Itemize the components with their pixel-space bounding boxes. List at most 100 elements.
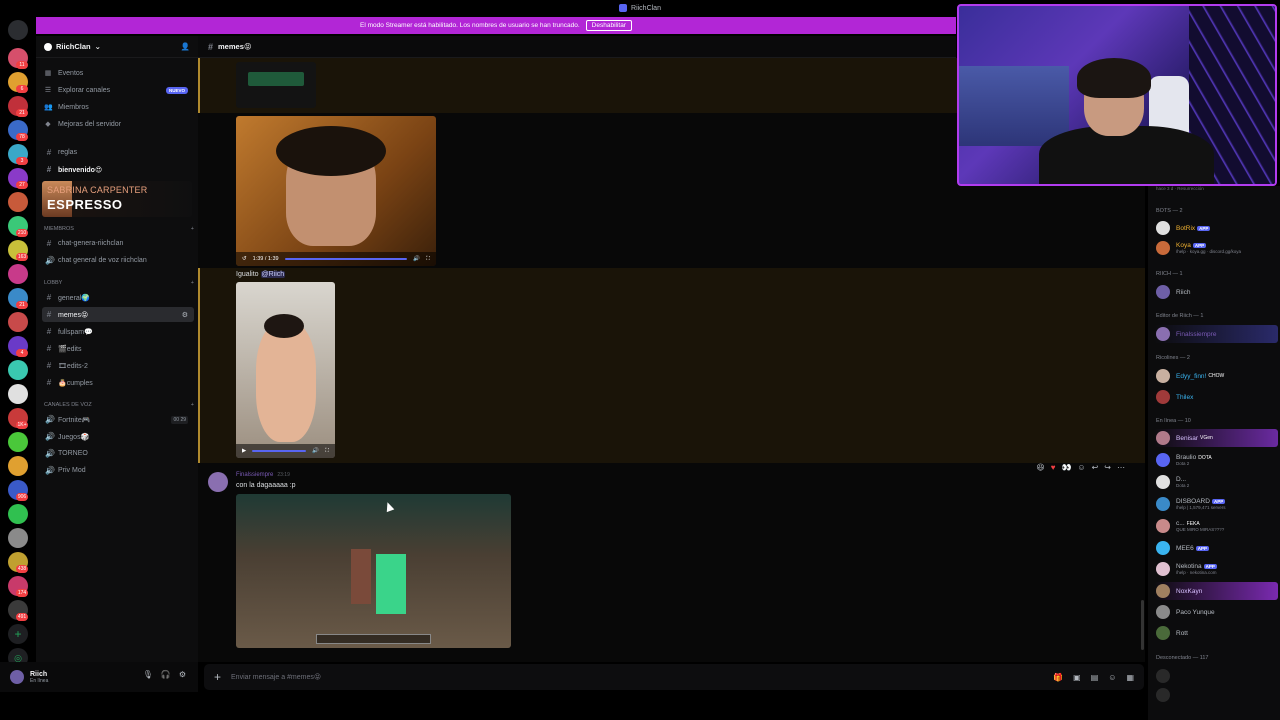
volume-icon[interactable]: 🔊 [413,256,420,262]
settings-gear-icon[interactable]: ⚙ [182,311,188,319]
server-icon[interactable] [8,432,28,452]
category-lobby[interactable]: LOBBY + [44,280,194,286]
channel-chat-genera[interactable]: # chat-genera-riichclan [42,236,194,251]
server-header[interactable]: RiichClan ⌄ 👤 [36,36,198,58]
video-progress[interactable] [284,258,408,260]
channel-general[interactable]: # general🌍 [42,290,194,305]
voice-channel-torneo[interactable]: 🔊 TORNEO [42,446,194,461]
fullscreen-icon[interactable]: ⛶ [426,256,430,263]
replay-icon[interactable]: ↺ [242,256,247,262]
channel-fullspam[interactable]: # fullspam💬 [42,324,194,339]
heart-reaction-icon[interactable]: ♥ [1051,463,1056,472]
server-icon[interactable] [8,192,28,212]
add-channel-icon[interactable]: + [191,402,194,408]
voice-channel-general[interactable]: 🔊 chat general de voz riichclan [42,253,194,268]
member-item[interactable]: Nekotina APP/help · nekotina.com [1154,560,1278,578]
add-reaction-icon[interactable]: ☺ [1077,463,1085,472]
video-embed[interactable]: ↺ 1:39 / 1:39 🔊 ⛶ [236,116,436,266]
emoji-reaction-icon[interactable]: 😆 [1036,463,1044,472]
game-screenshot[interactable] [236,494,511,648]
message-image[interactable] [236,62,316,108]
eyes-reaction-icon[interactable]: 👀 [1061,463,1071,472]
channel-memes[interactable]: # memes😝 ⚙ [42,307,194,322]
forward-icon[interactable]: ↪ [1104,463,1111,472]
gif-icon[interactable]: ▣ [1073,673,1081,682]
server-icon[interactable] [8,504,28,524]
apps-icon[interactable]: ▦ [1126,673,1134,682]
gift-icon[interactable]: 🎁 [1053,673,1063,682]
nav-explore-channels[interactable]: ☰ Explorar canales NUEVO [44,83,194,97]
window-title: RiichClan [631,4,661,12]
member-item[interactable]: D... Dota 2 [1154,473,1278,491]
channel-reglas[interactable]: # reglas [42,145,194,160]
attach-plus-icon[interactable]: + [214,670,221,684]
video-thumbnail-hair [276,126,386,176]
voice-channel-juegos[interactable]: 🔊 Juegos🎲 [42,429,194,444]
member-item[interactable]: MEE6 APP [1154,539,1278,557]
member-item[interactable]: Benisar VGen [1154,429,1278,447]
voice-user-count: 00 29 [171,415,188,424]
category-miembros[interactable]: miembros + [44,226,194,232]
home-button[interactable] [8,20,28,40]
member-item[interactable]: NoxKayn [1154,582,1278,600]
message-author[interactable]: Finalssiempre 23:19 [236,472,290,478]
channel-cumples[interactable]: # 🎂cumples [42,375,194,390]
server-icon[interactable] [8,264,28,284]
promo-banner[interactable]: SABRINA CARPENTER ESPRESSO [42,181,192,217]
member-item[interactable] [1154,667,1278,685]
channel-name: general🌍 [58,294,91,302]
nav-members[interactable]: 👥 Miembros [44,100,89,114]
member-item[interactable] [1154,686,1278,704]
volume-icon[interactable]: 🔊 [312,448,319,454]
video-progress[interactable] [252,450,307,452]
member-item[interactable]: DISBOARD APP/help | 1,579,471 servers [1154,495,1278,513]
member-item[interactable]: Paco Yunque [1154,603,1278,621]
member-item[interactable]: Koya APP/help · koya.gg · discord.gg/koya [1154,239,1278,257]
unread-badge: 438 [16,565,28,573]
more-icon[interactable]: ⋯ [1117,463,1125,472]
invite-people-icon[interactable]: 👤 [181,42,190,51]
message-input[interactable]: Enviar mensaje a #memes😝 [231,673,321,681]
add-channel-icon[interactable]: + [191,280,194,286]
member-item[interactable]: BotRix APP [1154,219,1278,237]
member-item[interactable]: Edyy_finn! CHOW [1154,367,1278,385]
avatar[interactable] [10,670,24,684]
server-icon[interactable] [8,456,28,476]
fullscreen-icon[interactable]: ⛶ [325,448,329,455]
user-mention[interactable]: @Riich [260,271,286,278]
channel-edits-2[interactable]: # 🎞edits-2 [42,358,194,373]
avatar[interactable] [208,472,228,492]
category-voice[interactable]: Canales de voz + [44,402,194,408]
scrollbar[interactable] [1141,600,1144,650]
member-item[interactable]: c... FEKA QUE MIRO MIRAS???? [1154,517,1278,535]
message-composer[interactable]: + Enviar mensaje a #memes😝 🎁 ▣ ▤ ☺ ▦ [204,664,1144,690]
add-server-icon[interactable]: + [8,624,28,644]
server-rail: + ◎ 11 6 21 78 3 27 210 163 21 4 1K+ 906… [0,16,36,720]
voice-channel-fortnite[interactable]: 🔊 Fortnite🎮 00 29 [42,412,194,427]
microphone-icon[interactable]: 🎙 [143,670,153,679]
server-icon[interactable] [8,312,28,332]
nav-server-boosts[interactable]: ◆ Mejoras del servidor [44,117,121,131]
nav-events[interactable]: ▦ Eventos [44,66,84,80]
video-embed[interactable]: ▶ 🔊 ⛶ [236,282,335,458]
member-item[interactable]: Braulio DOTA Dota 2 [1154,451,1278,469]
server-icon[interactable] [8,528,28,548]
reply-icon[interactable]: ↩ [1092,463,1099,472]
gear-icon[interactable]: ⚙ [179,670,186,679]
member-item[interactable]: Riich [1154,283,1278,301]
channel-edits[interactable]: # 🎬edits [42,341,194,356]
add-channel-icon[interactable]: + [191,226,194,232]
channel-bienvenido[interactable]: # bienvenido😍 [42,162,194,177]
member-item[interactable]: Finalssiempre [1154,325,1278,343]
headphones-icon[interactable]: 🎧 [161,670,171,679]
voice-channel-priv-mod[interactable]: 🔊 Priv Mod [42,463,194,478]
emoji-icon[interactable]: ☺ [1108,673,1116,682]
member-item[interactable]: Rott [1154,624,1278,642]
server-icon[interactable] [8,360,28,380]
streamer-mode-banner: El modo Streamer está habilitado. Los no… [36,17,956,34]
sticker-icon[interactable]: ▤ [1091,673,1099,682]
play-icon[interactable]: ▶ [242,448,246,454]
member-item[interactable]: Thilex [1154,388,1278,406]
disable-streamer-mode-button[interactable]: Deshabilitar [585,20,632,31]
server-icon[interactable] [8,384,28,404]
